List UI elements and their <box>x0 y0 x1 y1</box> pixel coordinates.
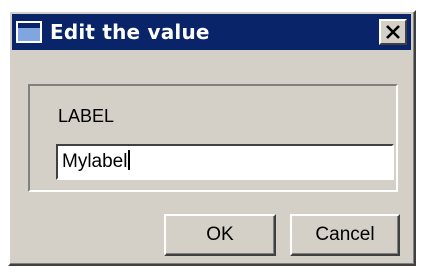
ok-button[interactable]: OK <box>164 214 276 256</box>
cancel-button[interactable]: Cancel <box>290 214 400 256</box>
window-icon <box>16 21 42 43</box>
input-value: Mylabel <box>62 151 128 172</box>
close-icon <box>386 25 400 39</box>
label-input[interactable]: Mylabel <box>56 144 394 180</box>
edit-value-dialog: Edit the value LABEL Mylabel OK Cancel <box>8 10 416 266</box>
value-group: LABEL Mylabel <box>28 84 398 192</box>
dialog-title: Edit the value <box>50 20 210 44</box>
title-bar[interactable]: Edit the value <box>12 14 411 50</box>
close-button[interactable] <box>379 19 407 45</box>
field-label: LABEL <box>58 106 115 126</box>
text-caret <box>128 150 131 170</box>
